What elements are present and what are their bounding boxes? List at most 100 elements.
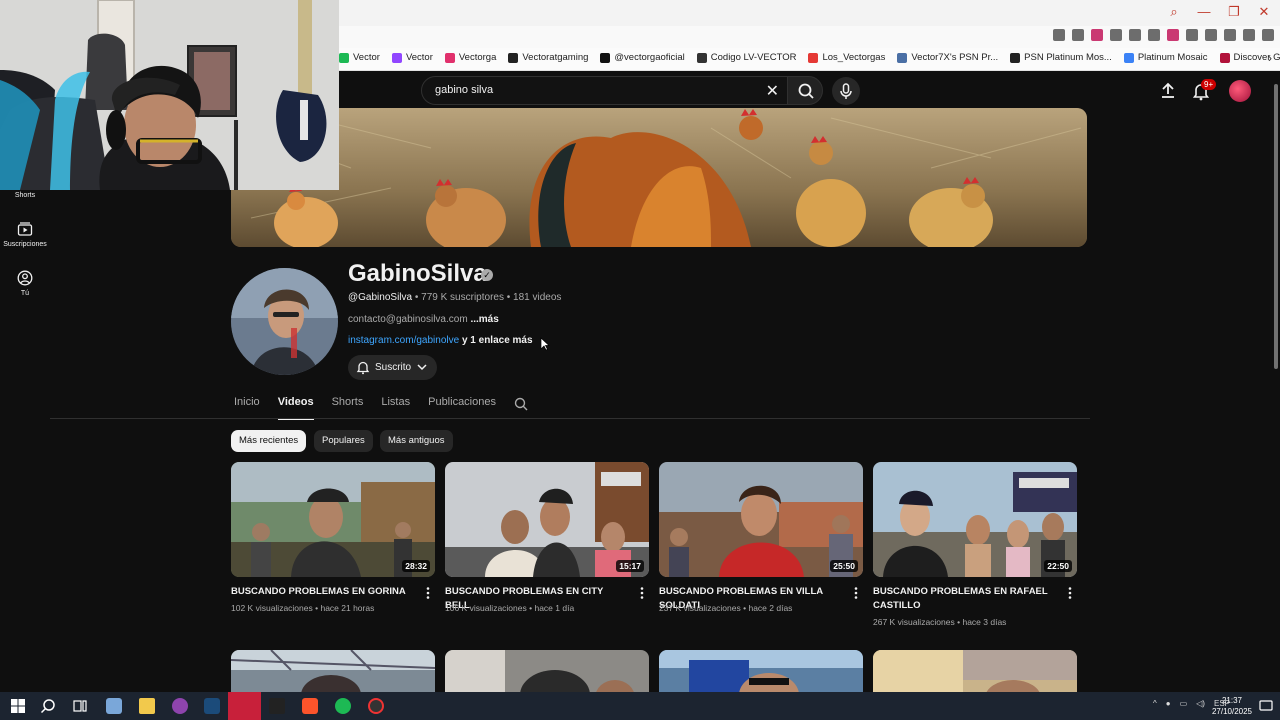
- video-meta: 106 K visualizaciones • hace 1 día: [445, 603, 575, 613]
- task-view-icon[interactable]: [72, 698, 88, 714]
- bookmark-item[interactable]: Vector: [339, 52, 380, 63]
- sidebar-item-you[interactable]: Tú: [0, 270, 50, 297]
- bookmark-favicon-icon: [696, 52, 707, 63]
- extension-icon[interactable]: [1148, 29, 1160, 41]
- tab-videos[interactable]: Videos: [277, 396, 314, 420]
- chip-popular[interactable]: Populares: [314, 430, 373, 452]
- video-card[interactable]: 15:17 BUSCANDO PROBLEMAS EN CITY BELL 10…: [445, 462, 649, 613]
- page-scrollbar[interactable]: [1272, 72, 1280, 692]
- upload-icon[interactable]: [1158, 80, 1178, 100]
- more-vert-icon[interactable]: [637, 586, 647, 600]
- extension-icon[interactable]: [1129, 29, 1141, 41]
- chip-oldest[interactable]: Más antiguos: [380, 430, 453, 452]
- notification-center-icon[interactable]: [1258, 698, 1274, 714]
- bookmark-item[interactable]: Vector7X's PSN Pr...: [897, 52, 998, 63]
- extension-icon[interactable]: [1262, 29, 1274, 41]
- more-vert-icon[interactable]: [423, 586, 433, 600]
- account-avatar[interactable]: [1229, 80, 1251, 102]
- tab-publicaciones[interactable]: Publicaciones: [428, 396, 496, 420]
- restore-icon[interactable]: ❐: [1226, 4, 1242, 20]
- video-card[interactable]: 25:50 BUSCANDO PROBLEMAS EN VILLA SOLDAT…: [659, 462, 863, 613]
- clear-search-icon[interactable]: ✕: [766, 81, 779, 101]
- extension-icon[interactable]: [1110, 29, 1122, 41]
- extension-icon[interactable]: [1205, 29, 1217, 41]
- bookmarks-overflow-icon[interactable]: ›: [1268, 51, 1272, 65]
- chip-most-recent[interactable]: Más recientes: [231, 430, 307, 452]
- channel-search-icon[interactable]: [513, 396, 529, 412]
- obs-icon[interactable]: [368, 698, 384, 714]
- video-age: hace 3 días: [962, 617, 1007, 627]
- bookmark-label: Codigo LV-VECTOR: [710, 52, 797, 63]
- search-tabs-icon[interactable]: ⌕: [1166, 4, 1182, 20]
- webcam-overlay: [0, 0, 339, 190]
- channel-description[interactable]: contacto@gabinosilva.com ...más: [348, 314, 499, 325]
- volume-icon[interactable]: ◁): [1196, 699, 1205, 708]
- video-thumbnail[interactable]: 25:50: [659, 462, 863, 577]
- clock[interactable]: 21:37 27/10/2025: [1212, 695, 1252, 717]
- sidebar-item-subscriptions[interactable]: Suscripciones: [0, 221, 50, 248]
- brave-browser-icon[interactable]: [302, 698, 318, 714]
- video-card[interactable]: 22:50 BUSCANDO PROBLEMAS EN RAFAEL CASTI…: [873, 462, 1077, 627]
- search-button[interactable]: [787, 76, 823, 105]
- bookmark-item[interactable]: Vector: [391, 52, 433, 63]
- extension-icon[interactable]: [1186, 29, 1198, 41]
- app-icon[interactable]: [172, 698, 188, 714]
- subscribed-button[interactable]: Suscrito: [348, 355, 437, 380]
- bookmark-favicon-icon: [1010, 52, 1021, 63]
- sidebar-item-label: Shorts: [14, 192, 36, 199]
- extension-icon[interactable]: [1091, 29, 1103, 41]
- tab-listas[interactable]: Listas: [381, 396, 410, 420]
- network-icon[interactable]: ▭: [1180, 699, 1188, 708]
- close-icon[interactable]: ✕: [1256, 4, 1272, 20]
- bookmark-item[interactable]: @vectorgaoficial: [600, 52, 685, 63]
- bookmark-item[interactable]: Platinum Mosaic: [1123, 52, 1208, 63]
- bookmark-item[interactable]: PSN Platinum Mos...: [1010, 52, 1112, 63]
- video-thumbnail[interactable]: 22:50: [873, 462, 1077, 577]
- extension-icon[interactable]: [1243, 29, 1255, 41]
- search-input[interactable]: gabino silva ✕: [421, 76, 790, 105]
- windows-start-icon[interactable]: [10, 698, 26, 714]
- extension-icon[interactable]: [1167, 29, 1179, 41]
- app-icon[interactable]: [269, 698, 285, 714]
- tab-inicio[interactable]: Inicio: [234, 396, 260, 420]
- file-explorer-icon[interactable]: [139, 698, 155, 714]
- verified-badge-icon: ✓: [481, 269, 493, 281]
- extension-icon[interactable]: [1224, 29, 1236, 41]
- bookmark-item[interactable]: Vectoratgaming: [508, 52, 588, 63]
- extension-icon[interactable]: [1072, 29, 1084, 41]
- video-title[interactable]: BUSCANDO PROBLEMAS EN RAFAEL CASTILLO: [873, 585, 1053, 613]
- bookmark-favicon-icon: [444, 52, 455, 63]
- clock-date: 27/10/2025: [1211, 707, 1252, 716]
- scrollbar-thumb[interactable]: [1274, 84, 1278, 369]
- video-title[interactable]: BUSCANDO PROBLEMAS EN GORINA: [231, 585, 411, 599]
- bookmark-item[interactable]: Vectorga: [444, 52, 497, 63]
- notification-count-badge: 9+: [1201, 79, 1217, 90]
- screen: ⌕ — ❐ ✕ Vector Vector Vectorga Vectoratgami…: [0, 0, 1280, 720]
- search-query: gabino silva: [435, 84, 494, 96]
- bookmark-item[interactable]: Codigo LV-VECTOR: [696, 52, 797, 63]
- video-thumbnail[interactable]: 28:32: [231, 462, 435, 577]
- minimize-icon[interactable]: —: [1196, 4, 1212, 20]
- channel-avatar[interactable]: [231, 268, 338, 375]
- video-thumbnail[interactable]: 15:17: [445, 462, 649, 577]
- microphone-tray-icon[interactable]: ●: [1166, 699, 1171, 708]
- extension-icon[interactable]: [1053, 29, 1065, 41]
- video-card[interactable]: 28:32 BUSCANDO PROBLEMAS EN GORINA 102 K…: [231, 462, 435, 613]
- taskbar-search-icon[interactable]: [40, 698, 56, 714]
- voice-search-button[interactable]: [832, 77, 860, 105]
- app-icon[interactable]: [106, 698, 122, 714]
- tray-chevron-icon[interactable]: ^: [1153, 699, 1157, 708]
- bookmark-label: Vectorga: [458, 52, 497, 63]
- sidebar-item-shorts[interactable]: Shorts: [0, 192, 50, 199]
- more-links[interactable]: y 1 enlace más: [462, 335, 533, 346]
- instagram-link[interactable]: instagram.com/gabinolve: [348, 335, 459, 346]
- tab-shorts[interactable]: Shorts: [332, 396, 364, 420]
- active-app-highlight[interactable]: [228, 692, 261, 720]
- more-link[interactable]: ...más: [470, 314, 498, 325]
- bell-icon: [356, 361, 370, 375]
- more-vert-icon[interactable]: [1065, 586, 1075, 600]
- bookmark-item[interactable]: Los_Vectorgas: [808, 52, 885, 63]
- more-vert-icon[interactable]: [851, 586, 861, 600]
- steam-icon[interactable]: [204, 698, 220, 714]
- spotify-icon[interactable]: [335, 698, 351, 714]
